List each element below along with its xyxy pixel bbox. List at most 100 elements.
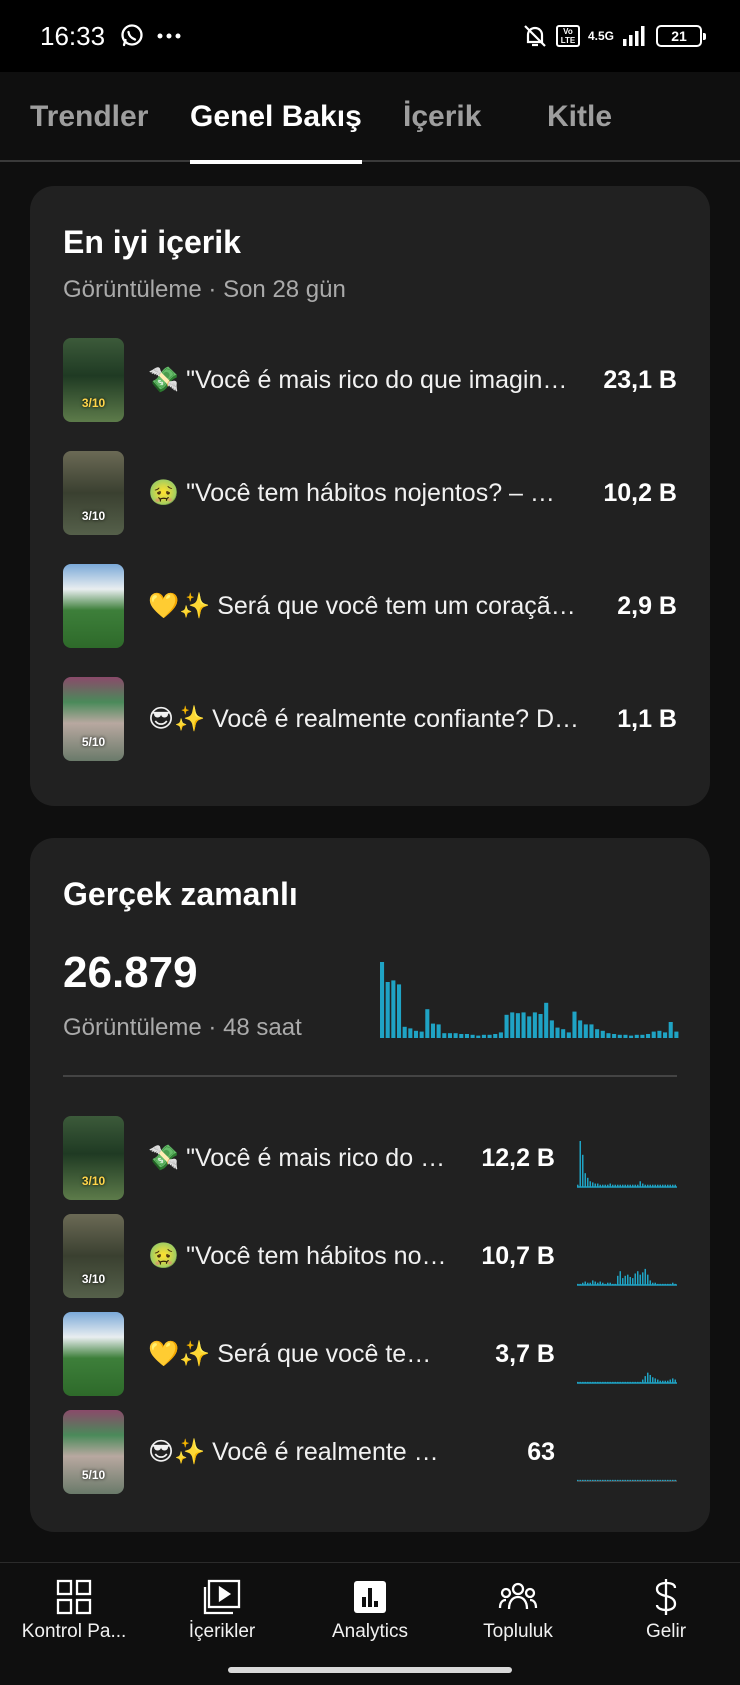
top-content-row[interactable]: 3/10 💸 "Você é mais rico do que imaginav… bbox=[63, 338, 677, 422]
sparkline-bar bbox=[612, 1283, 614, 1285]
nav-content[interactable]: İçerikler bbox=[148, 1563, 296, 1658]
signal-icon bbox=[623, 26, 645, 46]
tab-overview[interactable]: Genel Bakış bbox=[190, 72, 362, 164]
sparkline-bar bbox=[652, 1184, 654, 1187]
sparkline-bar bbox=[617, 1479, 619, 1481]
sparkline-bar bbox=[664, 1479, 666, 1481]
realtime-bar bbox=[391, 980, 396, 1038]
sparkline-bar bbox=[647, 1274, 649, 1285]
sparkline-bar bbox=[629, 1276, 631, 1285]
tab-audience[interactable]: Kitle bbox=[547, 72, 612, 162]
sparkline-bar bbox=[637, 1381, 639, 1383]
thumbnail-caption: 3/10 bbox=[81, 1272, 106, 1286]
content-views: 63 bbox=[527, 1437, 555, 1466]
sparkline-bar bbox=[587, 1177, 589, 1187]
content-title: 🤢 "Você tem hábitos nojentos? – Descubra bbox=[148, 1241, 448, 1270]
more-notifications-icon bbox=[157, 33, 181, 39]
community-icon bbox=[498, 1577, 538, 1617]
sparkline-bar bbox=[664, 1283, 666, 1285]
realtime-bar bbox=[538, 1014, 543, 1038]
earn-icon bbox=[646, 1577, 686, 1617]
realtime-row[interactable]: 3/10 💸 "Você é mais rico do que imaginav… bbox=[63, 1116, 677, 1200]
realtime-bar bbox=[447, 1033, 452, 1038]
battery-icon: 21 bbox=[656, 25, 706, 47]
sparkline-bar bbox=[667, 1380, 669, 1383]
realtime-bar bbox=[668, 1022, 673, 1038]
sparkline-bar bbox=[659, 1283, 661, 1285]
realtime-row[interactable]: 💛✨ Será que você tem um coração de ouro?… bbox=[63, 1312, 677, 1396]
sparkline-bar bbox=[599, 1281, 601, 1285]
content-title: 💸 "Você é mais rico do que imaginava? bbox=[148, 1143, 448, 1172]
sparkline-bar bbox=[602, 1381, 604, 1383]
sparkline bbox=[577, 1141, 677, 1188]
nav-label: Analytics bbox=[331, 1621, 409, 1642]
sparkline-bar bbox=[607, 1479, 609, 1481]
realtime-bar bbox=[481, 1034, 486, 1038]
sparkline-bar bbox=[632, 1381, 634, 1383]
thumbnail-caption: 3/10 bbox=[81, 396, 106, 410]
sparkline-bar bbox=[609, 1479, 611, 1481]
sparkline-bar bbox=[642, 1479, 644, 1481]
top-content-row[interactable]: 💛✨ Será que você tem um coração de ouro?… bbox=[63, 564, 677, 648]
nav-earn[interactable]: Gelir bbox=[592, 1563, 740, 1658]
sparkline bbox=[577, 1479, 677, 1482]
sparkline-bar bbox=[652, 1282, 654, 1285]
sparkline-bar bbox=[667, 1283, 669, 1285]
nav-community[interactable]: Topluluk bbox=[444, 1563, 592, 1658]
top-content-row[interactable]: 3/10 🤢 "Você tem hábitos nojentos? – Des… bbox=[63, 451, 677, 535]
realtime-bar bbox=[442, 1033, 447, 1038]
sparkline-bar bbox=[627, 1479, 629, 1481]
sparkline-bar bbox=[617, 1184, 619, 1187]
nav-analytics[interactable]: Analytics bbox=[296, 1563, 444, 1658]
content-title: 💛✨ Será que você tem um coração de ouro? bbox=[148, 1339, 448, 1368]
realtime-bar bbox=[470, 1034, 475, 1038]
realtime-bar bbox=[555, 1027, 560, 1038]
realtime-bar bbox=[566, 1032, 571, 1038]
sparkline-bar bbox=[634, 1479, 636, 1481]
sparkline-bar bbox=[612, 1479, 614, 1481]
sparkline-bar bbox=[647, 1479, 649, 1481]
tab-trends[interactable]: Trendler bbox=[30, 72, 148, 162]
sparkline-bar bbox=[602, 1479, 604, 1481]
realtime-row[interactable]: 3/10 🤢 "Você tem hábitos nojentos? – Des… bbox=[63, 1214, 677, 1298]
tab-content[interactable]: İçerik bbox=[403, 72, 481, 162]
sparkline-bar bbox=[609, 1282, 611, 1285]
sparkline-bar bbox=[584, 1173, 586, 1187]
realtime-bar bbox=[532, 1012, 537, 1038]
sparkline-bar bbox=[587, 1282, 589, 1285]
sparkline-bar bbox=[602, 1282, 604, 1285]
sparkline-bar bbox=[642, 1272, 644, 1285]
nav-dashboard[interactable]: Kontrol Pa... bbox=[0, 1563, 148, 1658]
realtime-bar bbox=[657, 1030, 662, 1038]
sparkline-bar bbox=[594, 1381, 596, 1383]
card-title: Gerçek zamanlı bbox=[63, 876, 298, 912]
realtime-bar bbox=[663, 1032, 668, 1038]
content-views: 3,7 B bbox=[495, 1339, 555, 1368]
realtime-row[interactable]: 5/10 😎✨ Você é realmente confiante? Desc… bbox=[63, 1410, 677, 1494]
realtime-bar bbox=[402, 1026, 407, 1038]
sparkline-bar bbox=[607, 1184, 609, 1187]
realtime-bar bbox=[464, 1034, 469, 1038]
realtime-bar bbox=[425, 1009, 430, 1038]
thumbnail-caption: 3/10 bbox=[81, 1174, 106, 1188]
content-icon bbox=[202, 1577, 242, 1617]
sparkline-bar bbox=[599, 1184, 601, 1187]
sparkline-bar bbox=[584, 1381, 586, 1383]
sparkline-bar bbox=[639, 1479, 641, 1481]
realtime-subtitle: Görüntüleme · 48 saat bbox=[63, 1014, 302, 1041]
realtime-bar bbox=[589, 1024, 594, 1038]
realtime-bar bbox=[629, 1035, 634, 1038]
sparkline-bar bbox=[622, 1184, 624, 1187]
sparkline-bar bbox=[624, 1479, 626, 1481]
top-content-row[interactable]: 5/10 😎✨ Você é realmente confiante? Desc… bbox=[63, 677, 677, 761]
sparkline-bar bbox=[624, 1275, 626, 1285]
sparkline-bar bbox=[597, 1381, 599, 1383]
sparkline-bar bbox=[637, 1184, 639, 1187]
sparkline-bar bbox=[654, 1479, 656, 1481]
realtime-bar bbox=[510, 1012, 515, 1038]
realtime-bar bbox=[453, 1033, 458, 1038]
sparkline-bar bbox=[649, 1479, 651, 1481]
sparkline-bar bbox=[674, 1479, 676, 1481]
realtime-bar-chart bbox=[380, 962, 679, 1038]
realtime-bar bbox=[493, 1034, 498, 1038]
